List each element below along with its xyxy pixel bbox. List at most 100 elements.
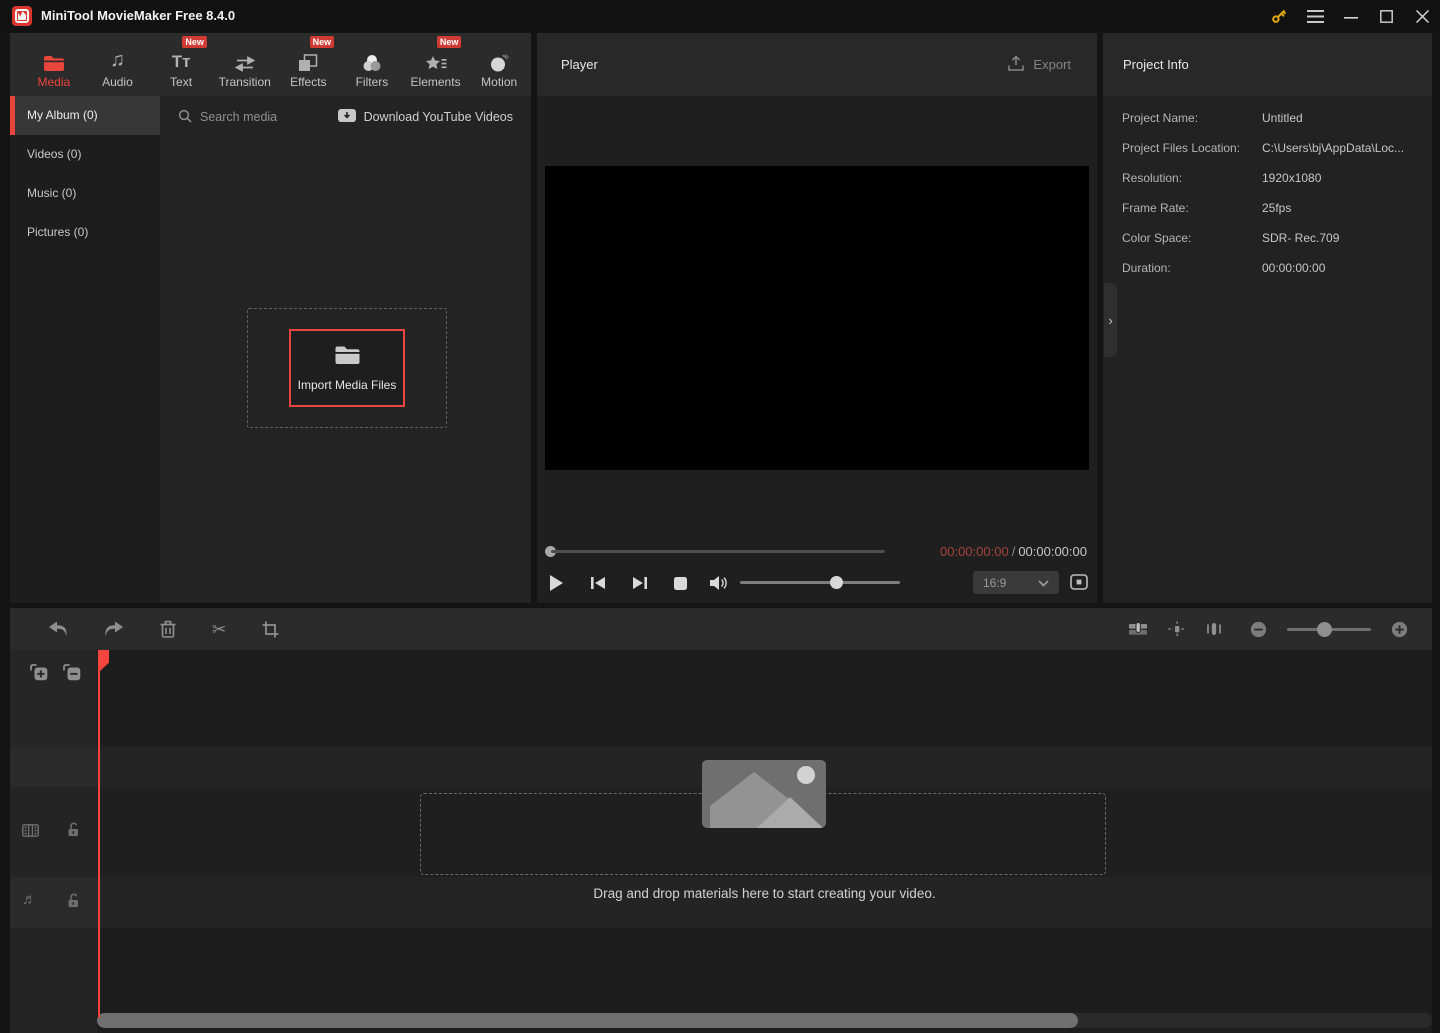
horizontal-scrollbar-thumb[interactable] bbox=[97, 1013, 1078, 1028]
tab-motion-label: Motion bbox=[481, 75, 518, 89]
crop-button[interactable] bbox=[262, 621, 279, 638]
license-key-icon[interactable] bbox=[1266, 0, 1292, 32]
timeline-area: ♬ Drag and drop materials here to start … bbox=[10, 650, 1432, 1033]
volume-handle[interactable] bbox=[830, 576, 843, 589]
media-content-area: Search media Download YouTube Videos Imp… bbox=[160, 96, 531, 603]
play-button[interactable] bbox=[549, 571, 564, 595]
previous-frame-button[interactable] bbox=[590, 571, 606, 595]
media-folder-icon bbox=[43, 46, 65, 72]
tab-media-label: Media bbox=[37, 75, 71, 89]
time-display: 00:00:00:00/00:00:00:00 bbox=[940, 544, 1087, 559]
search-icon bbox=[178, 109, 192, 126]
project-files-location-row: Project Files Location: C:\Users\bj\AppD… bbox=[1103, 133, 1432, 163]
new-badge: New bbox=[182, 36, 207, 48]
aspect-ratio-value: 16:9 bbox=[983, 575, 1007, 590]
player-title: Player bbox=[561, 57, 598, 72]
close-button[interactable] bbox=[1409, 0, 1435, 32]
project-files-location-label: Project Files Location: bbox=[1122, 141, 1241, 155]
ribbon-tab-bar: Media ♫ Audio New Tт Text Transition New… bbox=[10, 33, 531, 96]
audio-track-lane[interactable] bbox=[97, 877, 1432, 928]
image-placeholder-icon bbox=[702, 760, 826, 828]
zoom-in-button[interactable] bbox=[1391, 621, 1408, 638]
duration-label: Duration: bbox=[1122, 261, 1171, 275]
collapse-panel-handle[interactable]: › bbox=[1104, 283, 1117, 357]
timeline-zoom-slider[interactable] bbox=[1287, 621, 1371, 637]
tab-transition-label: Transition bbox=[218, 75, 271, 89]
volume-icon[interactable] bbox=[709, 571, 729, 595]
sidebar-item-music[interactable]: Music (0) bbox=[10, 174, 160, 213]
aspect-ratio-select[interactable]: 16:9 bbox=[973, 571, 1059, 594]
video-track-lock-icon[interactable] bbox=[67, 822, 80, 842]
sidebar-item-my-album[interactable]: My Album (0) bbox=[10, 96, 160, 135]
playhead-handle[interactable] bbox=[100, 650, 109, 671]
text-tool-icon: Tт bbox=[171, 52, 191, 71]
tab-transition[interactable]: Transition bbox=[213, 33, 277, 96]
tab-text[interactable]: New Tт Text bbox=[149, 33, 213, 96]
resolution-value: 1920x1080 bbox=[1262, 171, 1322, 185]
window-title: MiniTool MovieMaker Free 8.4.0 bbox=[41, 8, 236, 23]
seek-track[interactable] bbox=[551, 550, 885, 553]
split-scissors-button[interactable]: ✂ bbox=[212, 621, 226, 638]
sidebar-item-pictures[interactable]: Pictures (0) bbox=[10, 213, 160, 252]
stop-button[interactable] bbox=[674, 571, 687, 595]
color-space-row: Color Space: SDR- Rec.709 bbox=[1103, 223, 1432, 253]
import-media-files-label: Import Media Files bbox=[297, 377, 397, 392]
tab-elements[interactable]: New Elements bbox=[404, 33, 468, 96]
redo-button[interactable] bbox=[104, 621, 124, 637]
download-youtube-label: Download YouTube Videos bbox=[363, 110, 513, 124]
time-separator: / bbox=[1011, 544, 1016, 559]
timeline-toolbar: ✂ bbox=[10, 608, 1432, 650]
timeline-hint-text: Drag and drop materials here to start cr… bbox=[593, 886, 936, 901]
download-youtube-button[interactable]: Download YouTube Videos bbox=[337, 105, 513, 129]
duration-row: Duration: 00:00:00:00 bbox=[1103, 253, 1432, 283]
delete-button[interactable] bbox=[160, 620, 176, 638]
effects-icon bbox=[298, 46, 318, 72]
tab-motion[interactable]: Motion bbox=[467, 33, 531, 96]
tab-effects-label: Effects bbox=[290, 75, 327, 89]
tab-audio[interactable]: ♫ Audio bbox=[86, 33, 150, 96]
next-frame-button[interactable] bbox=[632, 571, 648, 595]
new-badge: New bbox=[309, 36, 335, 48]
media-drop-area: Import Media Files bbox=[247, 308, 447, 428]
track-tools-icon[interactable] bbox=[1128, 621, 1148, 637]
frame-rate-row: Frame Rate: 25fps bbox=[1103, 193, 1432, 223]
export-icon bbox=[1007, 54, 1025, 75]
transition-arrows-icon bbox=[234, 46, 256, 72]
project-name-label: Project Name: bbox=[1122, 111, 1199, 125]
music-note-icon: ♫ bbox=[109, 49, 125, 71]
horizontal-scrollbar-track[interactable] bbox=[97, 1013, 1432, 1028]
import-folder-icon bbox=[334, 345, 361, 371]
project-info-header: Project Info bbox=[1103, 33, 1432, 96]
playhead-line[interactable] bbox=[98, 650, 100, 1018]
duration-value: 00:00:00:00 bbox=[1262, 261, 1326, 275]
remove-track-icon[interactable] bbox=[63, 664, 81, 686]
timeline-zoom-handle[interactable] bbox=[1317, 621, 1332, 637]
snap-icon[interactable] bbox=[1168, 621, 1186, 637]
search-placeholder: Search media bbox=[200, 110, 278, 124]
zoom-out-button[interactable] bbox=[1250, 621, 1267, 638]
frame-rate-label: Frame Rate: bbox=[1122, 201, 1189, 215]
audio-track-icon: ♬ bbox=[22, 891, 37, 908]
fit-timeline-icon[interactable] bbox=[1206, 621, 1222, 637]
add-track-icon[interactable] bbox=[30, 664, 48, 686]
fullscreen-button[interactable] bbox=[1070, 574, 1088, 595]
minimize-button[interactable] bbox=[1338, 0, 1364, 32]
tab-effects[interactable]: New Effects bbox=[277, 33, 341, 96]
chevron-right-icon: › bbox=[1108, 312, 1113, 328]
import-media-files-button[interactable]: Import Media Files bbox=[289, 329, 405, 407]
project-name-row: Project Name: Untitled bbox=[1103, 103, 1432, 133]
elements-star-icon bbox=[425, 46, 447, 72]
tab-elements-label: Elements bbox=[410, 75, 461, 89]
maximize-button[interactable] bbox=[1373, 0, 1399, 32]
export-button[interactable]: Export bbox=[1007, 33, 1071, 96]
tab-media[interactable]: Media bbox=[22, 33, 86, 96]
menu-hamburger-icon[interactable] bbox=[1302, 0, 1328, 32]
search-input[interactable]: Search media bbox=[178, 105, 277, 129]
volume-track[interactable] bbox=[740, 581, 900, 584]
undo-button[interactable] bbox=[48, 621, 68, 637]
audio-track-lock-icon[interactable] bbox=[67, 893, 80, 913]
sidebar-item-videos[interactable]: Videos (0) bbox=[10, 135, 160, 174]
color-space-label: Color Space: bbox=[1122, 231, 1192, 245]
project-name-value: Untitled bbox=[1262, 111, 1303, 125]
tab-filters[interactable]: Filters bbox=[340, 33, 404, 96]
